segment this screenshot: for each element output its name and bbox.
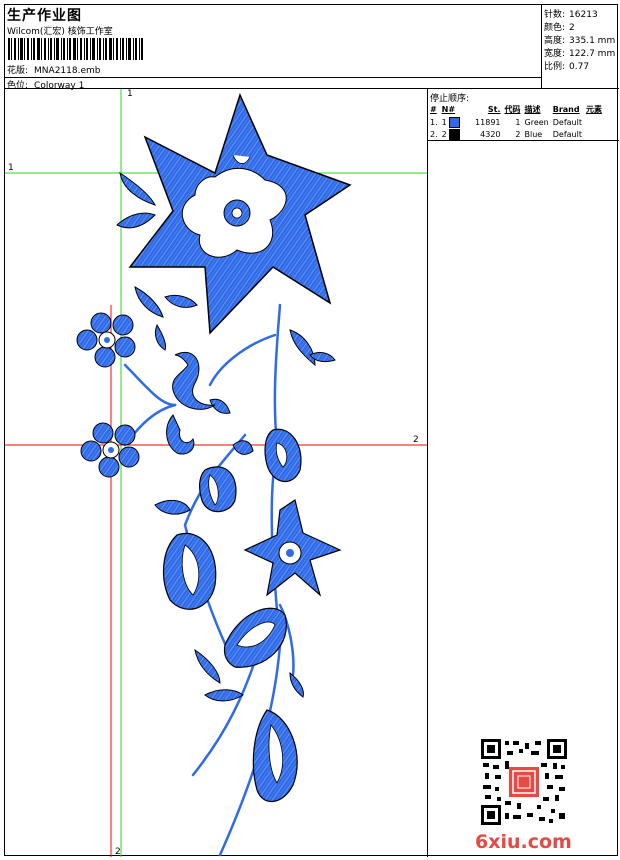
bud-large-left [162, 532, 217, 610]
row-needle: 2 [440, 128, 473, 140]
watermark-logo[interactable]: 6xiu.com [475, 831, 572, 853]
design-stats: 针数: 16213 颜色: 2 高度: 335.1 mm 宽度: 122.7 mm 比例… [542, 5, 619, 89]
row-num: 1. [430, 117, 438, 127]
stop-sequence-panel: 停止顺序: # N# St. 代码 描述 Brand 元素 1. 1 11891… [427, 89, 619, 141]
row-needle: 1 [440, 116, 473, 128]
col-header: # [430, 105, 437, 114]
stat-value: 335.1 mm [569, 36, 616, 46]
green-guide-label-left: 1 [8, 163, 14, 173]
stat-width: 宽度: 122.7 mm [544, 46, 615, 59]
stat-label: 宽度: [544, 49, 566, 59]
stat-scale: 比例: 0.77 [544, 59, 589, 72]
stat-label: 颜色: [544, 23, 566, 33]
color-swatch [449, 128, 461, 140]
stat-label: 高度: [544, 36, 566, 46]
col-header: 元素 [585, 105, 602, 114]
stop-sequence-table: # N# St. 代码 描述 Brand 元素 1. 1 11891 1 Gre… [428, 103, 604, 140]
row-desc: Blue [524, 129, 543, 139]
production-sheet: 生产作业图 Wilcom(汇宏) 核饰工作室 花版: MNA2118.emb 色… [4, 4, 619, 857]
row-num: 2. [430, 129, 438, 139]
row-brand: Default [552, 117, 582, 127]
stat-label: 针数: [544, 10, 566, 20]
bud-middle [199, 466, 237, 513]
row-brand: Default [552, 129, 582, 139]
qr-code [481, 739, 567, 825]
embroidery-design [5, 89, 427, 857]
stat-value: 0.77 [569, 62, 590, 72]
stat-value: 122.7 mm [569, 49, 616, 59]
row-code: 1 [515, 117, 521, 127]
row-element [584, 116, 604, 128]
star-flower-lower [243, 499, 342, 597]
row-desc: Green [524, 117, 549, 127]
col-header: 代码 [504, 105, 521, 114]
stat-colors: 颜色: 2 [544, 20, 575, 33]
green-guide-label-top: 1 [127, 89, 133, 99]
color-swatch [449, 116, 461, 128]
row-stitches: 4320 [480, 129, 501, 139]
needle-number: 1 [441, 117, 447, 127]
stat-stitches: 针数: 16213 [544, 7, 598, 20]
red-guide-label-right: 2 [413, 435, 419, 445]
bud-bottom [252, 709, 298, 802]
needle-number: 2 [441, 129, 447, 139]
bud-right [264, 428, 302, 482]
red-guide-label-bottom: 2 [115, 847, 121, 857]
col-header: Brand [552, 105, 580, 114]
stat-height: 高度: 335.1 mm [544, 33, 615, 46]
stat-label: 比例: [544, 62, 566, 72]
main-flower [128, 92, 352, 335]
row-element [584, 128, 604, 140]
stat-value: 2 [569, 23, 575, 33]
col-header: 描述 [524, 105, 541, 114]
column-divider [427, 141, 428, 857]
row-code: 2 [515, 129, 521, 139]
col-header: N# [441, 105, 456, 114]
row-stitches: 11891 [475, 117, 501, 127]
table-row: 2. 2 4320 2 Blue Default [428, 128, 604, 140]
table-header-row: # N# St. 代码 描述 Brand 元素 [428, 103, 604, 116]
small-flower-upper [76, 312, 136, 368]
curl-motif [166, 351, 216, 455]
stat-value: 16213 [569, 10, 598, 20]
bud-leaf-shape [223, 607, 287, 668]
small-flower-lower [80, 422, 140, 478]
col-header: St. [487, 105, 501, 114]
table-row: 1. 1 11891 1 Green Default [428, 116, 604, 128]
